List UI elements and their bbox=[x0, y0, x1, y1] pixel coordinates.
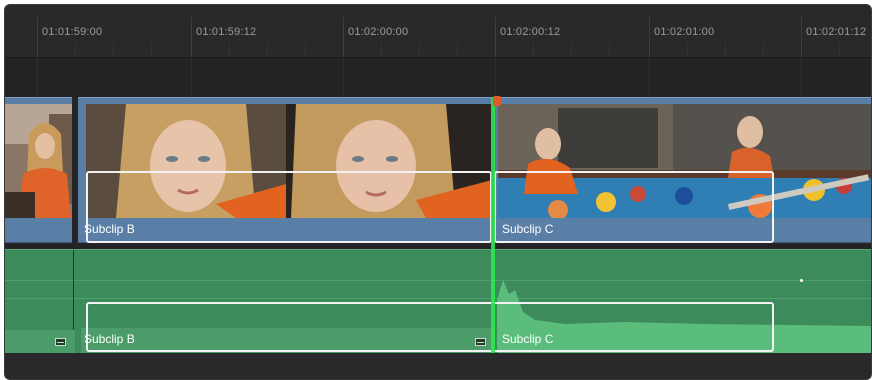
timecode-label: 01:01:59:12 bbox=[196, 26, 257, 38]
grid-line bbox=[343, 57, 344, 97]
grid-line bbox=[191, 353, 192, 379]
grid-line bbox=[191, 57, 192, 97]
timecode-label: 01:01:59:00 bbox=[42, 26, 103, 38]
empty-track-area bbox=[5, 353, 871, 379]
grid-line bbox=[37, 57, 38, 97]
selection-outline bbox=[86, 302, 774, 352]
grid-line bbox=[495, 57, 496, 97]
video-track: Subclip B Subclip C bbox=[5, 97, 871, 245]
grid-line bbox=[801, 57, 802, 97]
ruler-minor-tick bbox=[267, 43, 268, 57]
timecode-label: 01:02:00:00 bbox=[348, 26, 409, 38]
timecode-label: 01:02:01:12 bbox=[806, 26, 867, 38]
ruler-minor-tick bbox=[687, 43, 688, 57]
timeline-panel: 01:01:59:00 01:01:59:12 01:02:00:00 01:0… bbox=[4, 4, 872, 380]
audio-clip-label: Subclip C bbox=[502, 332, 554, 346]
ruler-minor-tick bbox=[725, 43, 726, 57]
ruler-minor-tick bbox=[229, 43, 230, 57]
ruler-minor-tick bbox=[381, 43, 382, 57]
ruler-minor-tick bbox=[151, 43, 152, 57]
audio-track: Subclip B Subclip C bbox=[5, 249, 871, 354]
selection-outline bbox=[494, 171, 774, 243]
timeline-screenshot: 01:01:59:00 01:01:59:12 01:02:00:00 01:0… bbox=[0, 0, 872, 380]
ruler-minor-tick bbox=[305, 43, 306, 57]
ruler-minor-tick bbox=[533, 43, 534, 57]
ruler-minor-tick bbox=[571, 43, 572, 57]
playhead[interactable] bbox=[491, 97, 495, 353]
ruler-tick bbox=[191, 17, 192, 57]
ruler-tick bbox=[343, 17, 344, 57]
playhead-handle[interactable] bbox=[493, 96, 501, 106]
ruler-tick bbox=[495, 17, 496, 57]
video-clip-previous[interactable] bbox=[5, 97, 72, 243]
selection-outline bbox=[86, 171, 492, 243]
ruler-minor-tick bbox=[763, 43, 764, 57]
grid-line bbox=[343, 353, 344, 379]
ruler-minor-tick bbox=[419, 43, 420, 57]
ruler-tick bbox=[37, 17, 38, 57]
ruler-minor-tick bbox=[609, 43, 610, 57]
ruler-tick bbox=[649, 17, 650, 57]
ruler-tick bbox=[801, 17, 802, 57]
grid-line bbox=[649, 353, 650, 379]
ruler-minor-tick bbox=[839, 43, 840, 57]
audio-clip-label: Subclip B bbox=[84, 332, 135, 346]
grid-line bbox=[649, 57, 650, 97]
timecode-label: 01:02:01:00 bbox=[654, 26, 715, 38]
timecode-ruler[interactable]: 01:01:59:00 01:01:59:12 01:02:00:00 01:0… bbox=[5, 5, 871, 58]
timecode-label: 01:02:00:12 bbox=[500, 26, 561, 38]
ruler-minor-tick bbox=[113, 43, 114, 57]
clip-attributes-icon[interactable] bbox=[475, 338, 486, 346]
clip-thumbnail bbox=[5, 104, 72, 218]
ruler-minor-tick bbox=[75, 43, 76, 57]
clip-attributes-icon[interactable] bbox=[55, 338, 66, 346]
ruler-minor-tick bbox=[457, 43, 458, 57]
grid-line bbox=[801, 353, 802, 379]
